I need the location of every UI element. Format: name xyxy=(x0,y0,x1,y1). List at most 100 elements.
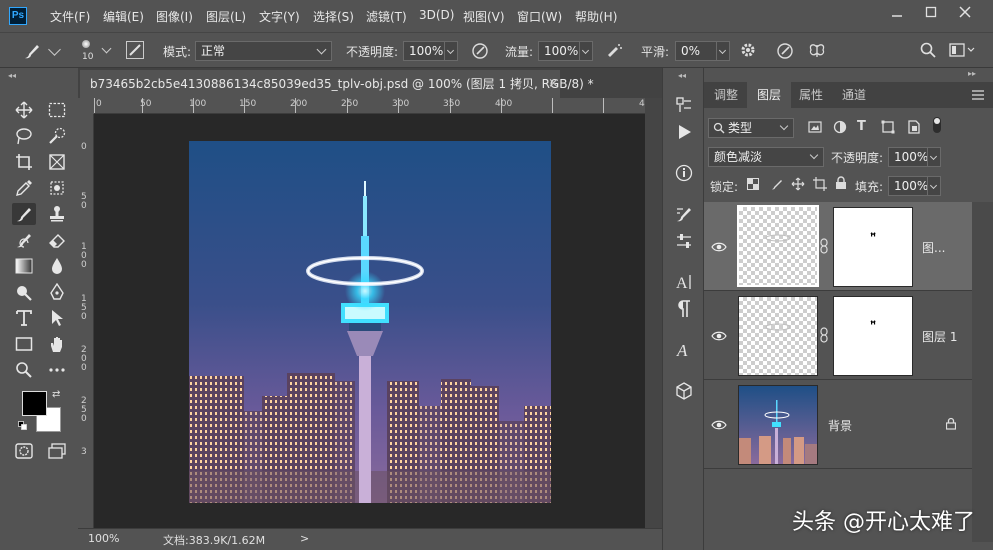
lasso-tool-icon[interactable] xyxy=(12,125,36,147)
rectangle-tool-icon[interactable] xyxy=(12,333,36,355)
pressure-opacity-button[interactable] xyxy=(470,41,490,61)
more-tools-icon[interactable] xyxy=(45,359,69,381)
document-tab[interactable]: b73465b2cb5e4130886134c85039ed35_tplv-ob… xyxy=(80,70,594,98)
layer-thumbnail[interactable] xyxy=(738,385,818,465)
eraser-tool-icon[interactable] xyxy=(45,229,69,251)
search-button[interactable] xyxy=(919,41,937,59)
brush-tool-preset-button[interactable] xyxy=(22,41,42,61)
menu-view[interactable]: 视图(V) xyxy=(463,8,505,25)
menu-edit[interactable]: 编辑(E) xyxy=(103,8,144,25)
document-info[interactable]: 文档:383.9K/1.62M xyxy=(163,532,265,548)
smoothing-settings-button[interactable] xyxy=(739,41,757,59)
marquee-tool-icon[interactable] xyxy=(45,99,69,121)
history-panel-icon[interactable] xyxy=(672,94,696,116)
link-chain-icon[interactable] xyxy=(820,238,828,254)
move-tool-icon[interactable] xyxy=(12,99,36,121)
filter-adjustment-icon[interactable] xyxy=(833,120,847,134)
brush-tip-icon[interactable] xyxy=(82,40,90,48)
tab-layers[interactable]: 图层 xyxy=(747,82,792,108)
glyphs-panel-icon[interactable]: A xyxy=(672,339,696,361)
menu-type[interactable]: 文字(Y) xyxy=(259,8,300,25)
blend-mode-select[interactable]: 颜色减淡 xyxy=(708,147,824,167)
menu-image[interactable]: 图像(I) xyxy=(156,8,193,25)
layer-row-background[interactable]: 背景 xyxy=(704,380,972,469)
tab-channels[interactable]: 通道 xyxy=(832,82,876,108)
actions-play-icon[interactable] xyxy=(672,121,696,143)
airbrush-button[interactable] xyxy=(604,41,624,61)
tab-properties[interactable]: 属性 xyxy=(789,82,833,108)
default-colors-icon[interactable] xyxy=(18,421,27,430)
collapse-toolbar-icon[interactable]: ◂◂ xyxy=(8,71,16,80)
zoom-level-field[interactable]: 100% xyxy=(88,532,119,545)
layer-thumbnail[interactable] xyxy=(737,205,819,287)
close-tab-icon[interactable]: × xyxy=(548,70,559,98)
lock-transparent-pixels-icon[interactable] xyxy=(747,178,759,190)
layer-name[interactable]: 背景 xyxy=(828,417,852,434)
filter-shape-icon[interactable] xyxy=(881,120,895,134)
clone-stamp-tool-icon[interactable] xyxy=(45,203,69,225)
flow-input[interactable]: 100% xyxy=(538,41,580,61)
layer-row-layer-1[interactable]: ꟸ 图层 1 xyxy=(704,291,972,380)
eye-visibility-icon[interactable] xyxy=(711,419,727,431)
filter-toggle-switch[interactable] xyxy=(933,117,941,133)
layer-mask-thumbnail[interactable]: ꟸ xyxy=(833,296,913,376)
blur-tool-icon[interactable] xyxy=(45,255,69,277)
character-panel-icon[interactable]: A xyxy=(672,271,696,293)
eyedropper-tool-icon[interactable] xyxy=(12,177,36,199)
quick-selection-tool-icon[interactable] xyxy=(45,125,69,147)
eye-visibility-icon[interactable] xyxy=(711,330,727,342)
smoothing-dropdown[interactable] xyxy=(716,41,730,61)
fill-input[interactable]: 100% xyxy=(888,176,928,196)
path-selection-tool-icon[interactable] xyxy=(45,307,69,329)
object-selection-tool-icon[interactable] xyxy=(45,177,69,199)
lock-image-pixels-icon[interactable] xyxy=(770,177,784,191)
layer-mask-thumbnail[interactable]: ꟸ xyxy=(833,207,913,287)
filter-type-icon[interactable]: T xyxy=(857,119,866,134)
menu-filter[interactable]: 滤镜(T) xyxy=(366,8,407,25)
maximize-button[interactable] xyxy=(914,0,948,24)
layer-row-layer-1-copy[interactable]: ꟸ 图... xyxy=(704,202,972,291)
eye-visibility-icon[interactable] xyxy=(711,241,727,253)
filter-pixel-icon[interactable] xyxy=(808,120,822,134)
menu-layer[interactable]: 图层(L) xyxy=(206,8,246,25)
layer-name[interactable]: 图层 1 xyxy=(922,328,957,345)
menu-file[interactable]: 文件(F) xyxy=(50,8,90,25)
layer-opacity-input[interactable]: 100% xyxy=(888,147,928,167)
filter-smart-object-icon[interactable] xyxy=(906,120,920,134)
smoothing-input[interactable]: 0% xyxy=(675,41,717,61)
gradient-tool-icon[interactable] xyxy=(12,255,36,277)
brush-settings-button[interactable] xyxy=(126,41,144,59)
collapse-panels-icon[interactable]: ▸▸ xyxy=(968,69,976,78)
link-chain-icon[interactable] xyxy=(820,327,828,343)
layer-opacity-dropdown[interactable] xyxy=(927,147,941,167)
opacity-dropdown[interactable] xyxy=(444,41,458,61)
menu-window[interactable]: 窗口(W) xyxy=(517,8,562,25)
vertical-ruler[interactable]: 0 5 0 1 0 0 1 5 0 2 0 0 2 5 0 3 xyxy=(78,114,94,528)
zoom-tool-icon[interactable] xyxy=(12,359,36,381)
lock-position-icon[interactable] xyxy=(791,177,805,191)
layer-thumbnail[interactable] xyxy=(738,296,818,376)
type-tool-icon[interactable] xyxy=(12,307,36,329)
pressure-size-button[interactable] xyxy=(775,41,795,61)
brush-settings-panel-icon[interactable] xyxy=(672,203,696,225)
3d-panel-icon[interactable] xyxy=(672,380,696,402)
horizontal-ruler[interactable]: 0 50 100 150 200 250 300 350 400 4 xyxy=(94,98,645,114)
foreground-color-swatch[interactable] xyxy=(22,391,47,416)
city-tower-photo[interactable] xyxy=(189,141,551,503)
layers-scrollbar[interactable] xyxy=(972,202,993,542)
frame-tool-icon[interactable] xyxy=(45,151,69,173)
layer-name[interactable]: 图... xyxy=(922,239,945,256)
flow-dropdown[interactable] xyxy=(579,41,593,61)
screen-mode-icon[interactable] xyxy=(45,440,69,462)
menu-3d[interactable]: 3D(D) xyxy=(419,8,454,22)
close-window-button[interactable] xyxy=(948,0,982,24)
ruler-origin[interactable] xyxy=(78,98,94,114)
fill-dropdown[interactable] xyxy=(927,176,941,196)
crop-tool-icon[interactable] xyxy=(12,151,36,173)
paragraph-panel-icon[interactable] xyxy=(672,298,696,320)
pen-tool-icon[interactable] xyxy=(45,281,69,303)
hand-tool-icon[interactable] xyxy=(45,333,69,355)
swap-colors-icon[interactable]: ⇄ xyxy=(52,389,60,400)
lock-all-icon[interactable] xyxy=(835,176,847,190)
tab-adjustments[interactable]: 调整 xyxy=(704,82,748,108)
